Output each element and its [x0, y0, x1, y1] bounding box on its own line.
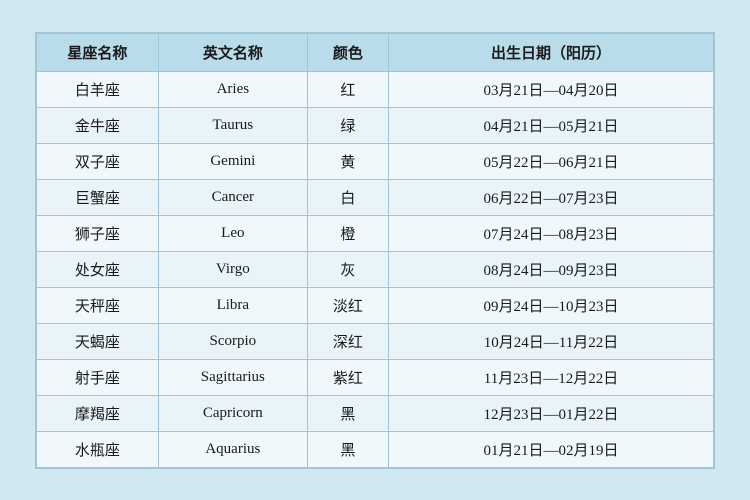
cell-chinese: 摩羯座	[37, 395, 159, 431]
table-row: 白羊座Aries红03月21日—04月20日	[37, 71, 714, 107]
cell-color: 黑	[307, 431, 388, 467]
cell-english: Scorpio	[158, 323, 307, 359]
table-row: 巨蟹座Cancer白06月22日—07月23日	[37, 179, 714, 215]
cell-chinese: 射手座	[37, 359, 159, 395]
cell-chinese: 巨蟹座	[37, 179, 159, 215]
cell-color: 绿	[307, 107, 388, 143]
table-row: 水瓶座Aquarius黑01月21日—02月19日	[37, 431, 714, 467]
cell-color: 深红	[307, 323, 388, 359]
cell-chinese: 水瓶座	[37, 431, 159, 467]
zodiac-table: 星座名称 英文名称 颜色 出生日期（阳历） 白羊座Aries红03月21日—04…	[36, 33, 714, 468]
cell-chinese: 狮子座	[37, 215, 159, 251]
table-row: 处女座Virgo灰08月24日—09月23日	[37, 251, 714, 287]
cell-chinese: 双子座	[37, 143, 159, 179]
cell-english: Virgo	[158, 251, 307, 287]
cell-english: Aries	[158, 71, 307, 107]
cell-date: 06月22日—07月23日	[389, 179, 714, 215]
cell-english: Taurus	[158, 107, 307, 143]
header-date: 出生日期（阳历）	[389, 33, 714, 71]
table-row: 双子座Gemini黄05月22日—06月21日	[37, 143, 714, 179]
cell-chinese: 天蝎座	[37, 323, 159, 359]
cell-chinese: 金牛座	[37, 107, 159, 143]
cell-date: 03月21日—04月20日	[389, 71, 714, 107]
table-row: 金牛座Taurus绿04月21日—05月21日	[37, 107, 714, 143]
cell-date: 01月21日—02月19日	[389, 431, 714, 467]
table-row: 射手座Sagittarius紫红11月23日—12月22日	[37, 359, 714, 395]
table-body: 白羊座Aries红03月21日—04月20日金牛座Taurus绿04月21日—0…	[37, 71, 714, 467]
cell-color: 灰	[307, 251, 388, 287]
cell-color: 橙	[307, 215, 388, 251]
cell-color: 紫红	[307, 359, 388, 395]
cell-english: Sagittarius	[158, 359, 307, 395]
table-header-row: 星座名称 英文名称 颜色 出生日期（阳历）	[37, 33, 714, 71]
cell-date: 08月24日—09月23日	[389, 251, 714, 287]
cell-date: 10月24日—11月22日	[389, 323, 714, 359]
cell-chinese: 处女座	[37, 251, 159, 287]
cell-english: Aquarius	[158, 431, 307, 467]
header-chinese: 星座名称	[37, 33, 159, 71]
table-row: 天蝎座Scorpio深红10月24日—11月22日	[37, 323, 714, 359]
cell-english: Cancer	[158, 179, 307, 215]
cell-english: Libra	[158, 287, 307, 323]
cell-color: 淡红	[307, 287, 388, 323]
cell-date: 12月23日—01月22日	[389, 395, 714, 431]
cell-chinese: 天秤座	[37, 287, 159, 323]
cell-color: 黑	[307, 395, 388, 431]
cell-english: Capricorn	[158, 395, 307, 431]
cell-chinese: 白羊座	[37, 71, 159, 107]
header-color: 颜色	[307, 33, 388, 71]
cell-english: Leo	[158, 215, 307, 251]
table-row: 狮子座Leo橙07月24日—08月23日	[37, 215, 714, 251]
cell-date: 04月21日—05月21日	[389, 107, 714, 143]
zodiac-table-container: 星座名称 英文名称 颜色 出生日期（阳历） 白羊座Aries红03月21日—04…	[35, 32, 715, 469]
cell-date: 07月24日—08月23日	[389, 215, 714, 251]
cell-date: 05月22日—06月21日	[389, 143, 714, 179]
cell-date: 09月24日—10月23日	[389, 287, 714, 323]
table-row: 天秤座Libra淡红09月24日—10月23日	[37, 287, 714, 323]
cell-date: 11月23日—12月22日	[389, 359, 714, 395]
cell-color: 白	[307, 179, 388, 215]
cell-english: Gemini	[158, 143, 307, 179]
table-row: 摩羯座Capricorn黑12月23日—01月22日	[37, 395, 714, 431]
cell-color: 黄	[307, 143, 388, 179]
header-english: 英文名称	[158, 33, 307, 71]
cell-color: 红	[307, 71, 388, 107]
